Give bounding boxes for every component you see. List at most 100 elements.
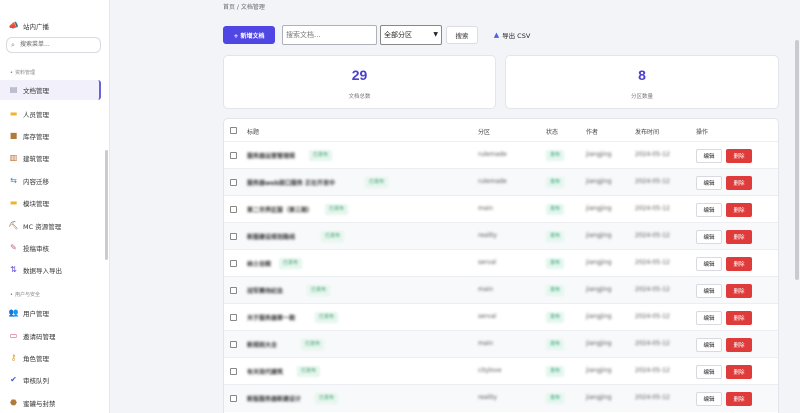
row-title[interactable]: 冠军赛场纪念 — [247, 286, 283, 295]
edit-button[interactable]: 编辑 — [696, 149, 722, 163]
add-document-button[interactable]: + 新增文档 — [223, 26, 275, 44]
select-value: 全部分区 — [384, 31, 412, 39]
edit-button[interactable]: 编辑 — [696, 203, 722, 217]
table-row: 服务器web接口服务 正在开发中 已发布 rulemade 发布 jiangjing 20… — [224, 168, 778, 196]
row-checkbox[interactable] — [230, 152, 237, 159]
row-title[interactable]: 服务器web接口服务 正在开发中 — [247, 178, 335, 187]
edit-button[interactable]: 编辑 — [696, 176, 722, 190]
sidebar-item-label: 文档管理 — [23, 87, 49, 95]
select-all-checkbox[interactable] — [230, 127, 237, 134]
column-header-status[interactable]: 状态 — [546, 127, 558, 136]
row-title[interactable]: 新服建设规划路线 — [247, 232, 295, 241]
edit-button[interactable]: 编辑 — [696, 230, 722, 244]
row-tag: 已发布 — [315, 312, 339, 323]
row-section: main — [478, 340, 493, 347]
sidebar-item-personnel[interactable]: ▬ 人员管理 — [0, 104, 101, 124]
delete-button[interactable]: 删除 — [726, 284, 752, 298]
row-checkbox[interactable] — [230, 287, 237, 294]
sidebar-item-inventory[interactable]: ■ 库存管理 — [0, 126, 101, 146]
sidebar-item-documents[interactable]: ▤ 文档管理 — [0, 80, 101, 100]
column-header-author[interactable]: 作者 — [586, 127, 598, 136]
sidebar-item-migration[interactable]: ⇆ 内容迁移 — [0, 171, 101, 191]
row-checkbox[interactable] — [230, 233, 237, 240]
stat-value: 29 — [351, 67, 368, 83]
sidebar-item-label: 内容迁移 — [23, 178, 49, 186]
row-status-badge: 发布 — [546, 339, 565, 350]
row-author: jiangjing — [586, 151, 612, 158]
stat-label: 文档总数 — [348, 94, 371, 100]
row-author: jiangjing — [586, 286, 612, 293]
sidebar-scrollbar[interactable] — [105, 150, 108, 260]
sidebar-item-buildings[interactable]: ▥ 建筑管理 — [0, 148, 101, 168]
column-header-section[interactable]: 分区 — [478, 127, 490, 136]
edit-button[interactable]: 编辑 — [696, 365, 722, 379]
section-filter-select[interactable]: 全部分区 ▼ — [380, 25, 442, 45]
sidebar-item-review-queue[interactable]: ✔ 审核队列 — [0, 370, 101, 390]
row-published-time: 2024-05-12 — [635, 205, 670, 212]
row-title[interactable]: 新版服务器新建设计 — [247, 394, 301, 403]
table-row: 纳士谷图 已发布 serval 发布 jiangjing 2024-05-12 编辑 删除 — [224, 249, 778, 277]
folder-icon: ▬ — [9, 109, 18, 118]
box-icon: ■ — [9, 131, 18, 140]
document-search-input[interactable]: 搜索文档... — [282, 25, 377, 45]
row-checkbox[interactable] — [230, 314, 237, 321]
delete-button[interactable]: 删除 — [726, 392, 752, 406]
delete-button[interactable]: 删除 — [726, 338, 752, 352]
column-header-published[interactable]: 发布时间 — [635, 127, 659, 136]
row-title[interactable]: 关于服务器第一期 — [247, 313, 295, 322]
column-header-title[interactable]: 标题 — [247, 127, 259, 136]
menu-search-input[interactable]: ⌕ 搜索菜单... — [6, 37, 101, 53]
row-checkbox[interactable] — [230, 368, 237, 375]
delete-button[interactable]: 删除 — [726, 365, 752, 379]
delete-button[interactable]: 删除 — [726, 257, 752, 271]
row-published-time: 2024-05-12 — [635, 286, 670, 293]
delete-button[interactable]: 删除 — [726, 203, 752, 217]
row-checkbox[interactable] — [230, 260, 237, 267]
row-title[interactable]: 第二世界区服（第三期） — [247, 205, 313, 214]
edit-button[interactable]: 编辑 — [696, 311, 722, 325]
row-title[interactable]: 有关现代建筑 — [247, 367, 283, 376]
edit-button[interactable]: 编辑 — [696, 257, 722, 271]
edit-button[interactable]: 编辑 — [696, 392, 722, 406]
row-published-time: 2024-05-12 — [635, 178, 670, 185]
sidebar-item-import-export[interactable]: ⇅ 数据导入导出 — [0, 260, 101, 280]
delete-button[interactable]: 删除 — [726, 149, 752, 163]
row-tag: 已发布 — [315, 393, 339, 404]
sidebar-item-modules[interactable]: ▬ 模块管理 — [0, 193, 101, 213]
delete-button[interactable]: 删除 — [726, 176, 752, 190]
search-button[interactable]: 搜索 — [446, 26, 478, 44]
delete-button[interactable]: 删除 — [726, 230, 752, 244]
row-author: jiangjing — [586, 313, 612, 320]
row-tag: 已发布 — [365, 177, 389, 188]
row-title[interactable]: 新规则大全 — [247, 340, 277, 349]
sidebar-item-submissions[interactable]: ✎ 投稿审核 — [0, 238, 101, 258]
row-checkbox[interactable] — [230, 206, 237, 213]
delete-button[interactable]: 删除 — [726, 311, 752, 325]
row-status-badge: 发布 — [546, 366, 565, 377]
row-section: rulemade — [478, 178, 507, 185]
table-row: 第二世界区服（第三期） 已发布 main 发布 jiangjing 2024-05-12 编… — [224, 195, 778, 223]
sidebar: 📣 站内广播 ⌕ 搜索菜单... • 资料管理 ▤ 文档管理 ▬ 人员管理 ■ 库… — [0, 0, 110, 413]
sidebar-item-mc-resources[interactable]: ⛏ MC 资源管理 — [0, 216, 101, 236]
megaphone-icon: 📣 — [8, 21, 19, 30]
row-checkbox[interactable] — [230, 341, 237, 348]
edit-button[interactable]: 编辑 — [696, 338, 722, 352]
sidebar-item-users[interactable]: 👥 用户管理 — [0, 303, 101, 323]
row-status-badge: 发布 — [546, 150, 565, 161]
sidebar-item-roles[interactable]: ⚷ 角色管理 — [0, 348, 101, 368]
main-scrollbar[interactable] — [795, 40, 799, 280]
sidebar-item-broadcast[interactable]: 📣 站内广播 — [0, 16, 101, 36]
row-author: jiangjing — [586, 205, 612, 212]
sidebar-item-label: 数据导入导出 — [23, 267, 62, 275]
edit-button[interactable]: 编辑 — [696, 284, 722, 298]
row-checkbox[interactable] — [230, 179, 237, 186]
sidebar-item-honeypot[interactable]: ⬣ 蜜罐与封禁 — [0, 393, 101, 413]
row-checkbox[interactable] — [230, 395, 237, 402]
users-icon: 👥 — [8, 308, 19, 317]
export-csv-button[interactable]: ▲ 导出 CSV — [488, 26, 536, 44]
row-title[interactable]: 纳士谷图 — [247, 259, 271, 268]
table-row: 新服建设规划路线 已发布 reality 发布 jiangjing 2024-05-12 编… — [224, 222, 778, 250]
sidebar-item-invite-codes[interactable]: ▭ 邀请码管理 — [0, 326, 101, 346]
row-title[interactable]: 服务器运营管理规 — [247, 151, 295, 160]
row-published-time: 2024-05-12 — [635, 394, 670, 401]
